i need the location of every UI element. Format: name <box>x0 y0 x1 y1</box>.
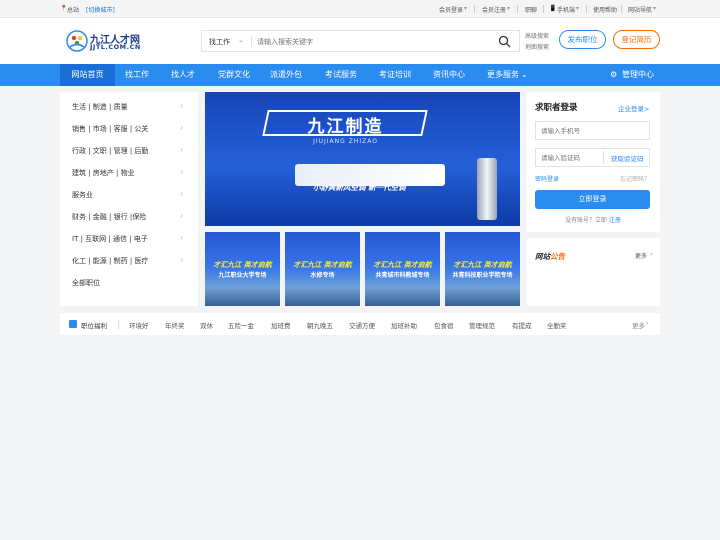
chevron-right-icon: › <box>180 255 184 264</box>
company-login-link[interactable]: 企业登录> <box>618 103 649 113</box>
tower-ac-image <box>477 158 497 220</box>
notice-title-a: 网站 <box>535 252 550 261</box>
advanced-search-link[interactable]: 高级搜索 <box>525 31 549 40</box>
category-menu: 生活 | 制造 | 质量 › 销售 | 市场 | 客服 | 公关 › 行政 | … <box>60 92 198 306</box>
welfare-tag[interactable]: 交通方便 <box>349 320 375 330</box>
welfare-tag[interactable]: 有提成 <box>512 320 532 330</box>
nav-item-news[interactable]: 资讯中心 <box>433 64 465 86</box>
welfare-more-link[interactable]: 更多 <box>632 320 645 330</box>
banner-title: 九江制造 <box>307 117 384 137</box>
post-job-button[interactable]: 发布职位 <box>559 30 606 49</box>
login-button[interactable]: 立即登录 <box>535 190 650 209</box>
welfare-tag[interactable]: 双休 <box>200 320 213 330</box>
chevron-down-icon: ▾ <box>507 5 511 12</box>
welfare-tag[interactable]: 包食宿 <box>434 320 454 330</box>
admin-icon: ⚙ <box>610 70 618 79</box>
nav-item-find-job[interactable]: 找工作 <box>125 64 149 86</box>
switch-city-link[interactable]: [切换城市] <box>86 5 115 14</box>
chevron-right-icon: › <box>180 101 184 110</box>
welfare-tag[interactable]: 环境好 <box>129 320 149 330</box>
chevron-right-icon: › <box>180 189 184 198</box>
chevron-down-icon: ⌄ <box>521 70 528 79</box>
get-code-button[interactable]: 获取验证码 <box>611 153 644 163</box>
search-type-select[interactable]: 找工作 <box>209 37 230 47</box>
chevron-down-icon: ⌄ <box>238 36 244 44</box>
category-item[interactable]: 生活 | 制造 | 质量 <box>72 102 128 112</box>
forgot-password-link[interactable]: 忘记密码？ <box>620 174 650 183</box>
chevron-down-icon: ▾ <box>653 5 657 12</box>
category-item[interactable]: 化工 | 能源 | 制药 | 医疗 <box>72 256 148 266</box>
chevron-right-icon: › <box>646 319 649 327</box>
login-panel: 求职者登录 企业登录> 获取验证码 密码登录 忘记密码？ 立即登录 没有账号？立… <box>527 92 660 232</box>
chevron-right-icon: › <box>180 167 184 176</box>
register-resume-button[interactable]: 登记简历 <box>613 30 660 49</box>
member-register-link[interactable]: 会员注册 <box>482 5 506 14</box>
welfare-tag[interactable]: 朝九晚五 <box>307 320 333 330</box>
notice-panel: 网站公告 更多 › <box>527 238 660 306</box>
password-login-link[interactable]: 密码登录 <box>535 174 559 183</box>
welfare-bar: 职位福利 环境好 年终奖 双休 五险一金 加班费 朝九晚五 交通方便 加班补助 … <box>60 313 660 335</box>
help-link[interactable]: 使用帮助 <box>593 5 617 14</box>
promo-thumb[interactable]: 才汇九江 英才启航 九江职业大学专场 <box>205 232 280 306</box>
main-banner[interactable]: 九江制造 JIUJIANG ZHIZAO 小舒爽新风空调 新一代空调 <box>205 92 520 226</box>
category-item[interactable]: 服务业 <box>72 190 93 200</box>
no-account-text: 没有账号？立即 <box>565 217 608 224</box>
logo-domain: JJTL.COM.CN <box>90 43 141 51</box>
nav-item-dispatch[interactable]: 派遣外包 <box>270 64 302 86</box>
chevron-down-icon: ▾ <box>464 5 468 12</box>
welfare-icon <box>69 320 77 328</box>
chevron-right-icon: › <box>650 250 653 258</box>
banner-pinyin: JIUJIANG ZHIZAO <box>313 138 378 145</box>
register-link[interactable]: 注册 <box>609 215 621 224</box>
category-item[interactable]: 行政 | 文职 | 管理 | 后勤 <box>72 146 148 156</box>
map-search-link[interactable]: 地图搜索 <box>525 42 549 51</box>
member-login-link[interactable]: 会员登录 <box>439 5 463 14</box>
chevron-right-icon: › <box>180 211 184 220</box>
chevron-right-icon: › <box>180 145 184 154</box>
mobile-link[interactable]: 手机端 <box>557 5 575 14</box>
notice-title: 网站公告 <box>535 251 565 262</box>
header: 九江人才网 JJTL.COM.CN 找工作 ⌄ 高级搜索 地图搜索 发布职位 登… <box>0 18 720 64</box>
nav-item-training[interactable]: 考证培训 <box>379 64 411 86</box>
top-bar: 📍 总站 [切换城市] 会员登录 ▾ 会员注册 ▾ 职聊 📱 手机端 ▾ 使用帮… <box>0 0 720 18</box>
nav-item-find-talent[interactable]: 找人才 <box>171 64 195 86</box>
welfare-tag[interactable]: 全勤奖 <box>547 320 567 330</box>
admin-center-link[interactable]: 管理中心 <box>622 64 654 86</box>
site-nav-link[interactable]: 网站导航 <box>628 5 652 14</box>
category-item[interactable]: 销售 | 市场 | 客服 | 公关 <box>72 124 148 134</box>
search-icon[interactable] <box>498 35 511 48</box>
welfare-tag[interactable]: 年终奖 <box>165 320 185 330</box>
nav-item-more[interactable]: 更多服务 <box>487 64 519 86</box>
promo-thumb[interactable]: 才汇九江 英才启航 共青城市科教城专场 <box>365 232 440 306</box>
chevron-right-icon: › <box>180 233 184 242</box>
main-nav: 网站首页 找工作 找人才 党群文化 派遣外包 考试服务 考证培训 资讯中心 更多… <box>0 64 720 86</box>
nav-item-exam[interactable]: 考试服务 <box>325 64 357 86</box>
banner-slogan: 小舒爽新风空调 新一代空调 <box>313 183 406 192</box>
welfare-tag[interactable]: 五险一金 <box>228 320 254 330</box>
category-item[interactable]: 建筑 | 房地产 | 物业 <box>72 168 135 178</box>
promo-thumb[interactable]: 才汇九江 英才启航 共青科技职业学院专场 <box>445 232 520 306</box>
welfare-tag[interactable]: 加班费 <box>271 320 291 330</box>
category-item[interactable]: IT | 互联网 | 通信 | 电子 <box>72 234 148 244</box>
chevron-down-icon: ▾ <box>576 5 580 12</box>
phone-input[interactable] <box>535 121 650 140</box>
search-box: 找工作 ⌄ <box>201 30 520 52</box>
notice-more-link[interactable]: 更多 <box>635 251 647 260</box>
category-item-all[interactable]: 全部职位 <box>72 278 100 288</box>
welfare-tag[interactable]: 管理规范 <box>469 320 495 330</box>
login-title: 求职者登录 <box>535 103 578 113</box>
search-input[interactable] <box>257 34 487 49</box>
logo-icon[interactable] <box>66 30 88 52</box>
site-link[interactable]: 总站 <box>67 5 79 14</box>
nav-item-home[interactable]: 网站首页 <box>60 64 115 86</box>
chat-link[interactable]: 职聊 <box>525 5 537 14</box>
chevron-right-icon: › <box>180 123 184 132</box>
category-item[interactable]: 财务 | 金融 | 银行 |保险 <box>72 212 146 222</box>
nav-item-party-culture[interactable]: 党群文化 <box>218 64 250 86</box>
welfare-tag[interactable]: 加班补助 <box>391 320 417 330</box>
mobile-icon: 📱 <box>549 5 557 12</box>
welfare-label: 职位福利 <box>81 322 107 330</box>
notice-title-b: 公告 <box>550 252 565 261</box>
promo-thumb[interactable]: 才汇九江 英才启航 水修专场 <box>285 232 360 306</box>
